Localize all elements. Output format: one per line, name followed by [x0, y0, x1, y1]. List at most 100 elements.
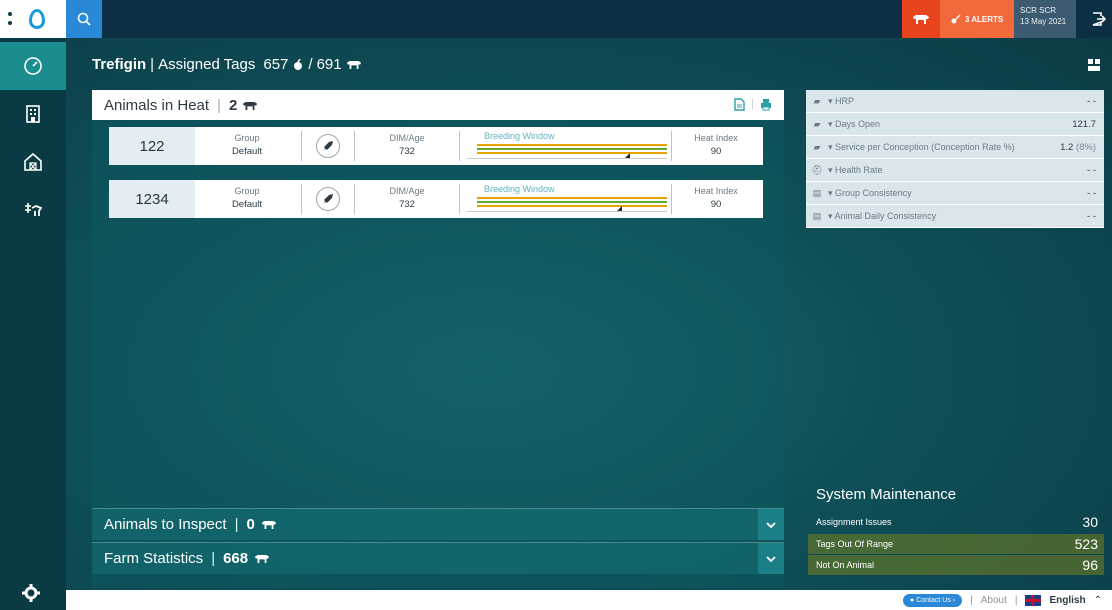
- alert-icon: [951, 14, 961, 24]
- cow-icon: [261, 520, 276, 529]
- group-label: Group: [234, 186, 260, 196]
- group-value: Default: [231, 146, 263, 157]
- logout-icon: [1092, 12, 1106, 26]
- breeding-window-label: Breeding Window: [484, 131, 555, 141]
- search-icon: [77, 12, 91, 26]
- assigned-tags-label: Assigned Tags: [158, 56, 256, 73]
- animals-to-inspect-section[interactable]: Animals to Inspect | 0: [92, 508, 784, 540]
- cow-alert-button[interactable]: [902, 0, 940, 38]
- logout-button[interactable]: [1086, 4, 1110, 34]
- heat-title: Animals in Heat: [104, 96, 210, 114]
- current-marker: [625, 153, 630, 158]
- layout-toggle-button[interactable]: [1088, 58, 1100, 76]
- alerts-button[interactable]: 3 ALERTS: [940, 0, 1014, 38]
- kpi-animal-daily-consistency[interactable]: ▤ ▾ Animal Daily Consistency - -: [806, 205, 1104, 228]
- kpi-health-rate[interactable]: ⛑ ▾ Health Rate - -: [806, 159, 1104, 182]
- breeding-action-button[interactable]: [316, 187, 340, 211]
- gauge-icon: [24, 57, 42, 75]
- dim-value: 732: [399, 146, 415, 157]
- kpi-value: 1.2: [1060, 141, 1074, 153]
- sysm-value: 96: [1082, 557, 1098, 573]
- kpi-service-per-conception[interactable]: ▰ ▾ Service per Conception (Conception R…: [806, 136, 1104, 159]
- group-value: Default: [231, 199, 263, 210]
- kpi-label: HRP: [835, 95, 855, 106]
- assignment-issues-row[interactable]: Assignment Issues 30: [808, 512, 1104, 532]
- user-date: 13 May 2021: [1020, 17, 1067, 26]
- chevron-down-icon: [766, 521, 776, 528]
- kpi-hrp[interactable]: ▰ ▾ HRP - -: [806, 90, 1104, 113]
- kpi-subvalue: (8%): [1075, 141, 1096, 153]
- kpi-value: 121.7: [1072, 118, 1096, 130]
- heat-count: 2: [228, 96, 238, 114]
- contact-us-button[interactable]: ● Contact Us ›: [903, 593, 963, 607]
- logo-drop-icon: [29, 9, 45, 29]
- cow-icon: [346, 60, 361, 69]
- user-info[interactable]: SCR SCR 13 May 2021: [1014, 0, 1076, 38]
- inspect-count: 0: [246, 516, 255, 533]
- breeding-window-chart: [467, 144, 667, 162]
- heat-index-value: 90: [710, 199, 722, 210]
- settings-button[interactable]: [22, 584, 40, 607]
- kpi-label: Health Rate: [835, 164, 883, 175]
- cow-entry-icon: [25, 203, 43, 216]
- app-logo[interactable]: [0, 0, 66, 38]
- print-icon[interactable]: [760, 98, 772, 111]
- kpi-label: Animal Daily Consistency: [834, 210, 937, 221]
- heat-index-label: Heat Index: [694, 133, 738, 143]
- kpi-value: - -: [1087, 95, 1096, 107]
- dim-label: DIM/Age: [389, 186, 425, 196]
- building-icon: [26, 105, 40, 123]
- sysm-label: Tags Out Of Range: [816, 539, 894, 549]
- language-selector[interactable]: English: [1049, 595, 1085, 606]
- animal-id[interactable]: 1234: [109, 180, 195, 218]
- kpi-label: Days Open: [835, 118, 881, 129]
- animal-row[interactable]: 1234 Group Default DIM/Age 732 Breeding …: [109, 180, 763, 218]
- barn-icon: [24, 152, 42, 171]
- dim-label: DIM/Age: [389, 133, 425, 143]
- cow-icon: [913, 15, 929, 24]
- export-icon[interactable]: [734, 98, 745, 111]
- assigned-count: 657: [263, 56, 289, 73]
- nav-reports[interactable]: [0, 90, 66, 138]
- rocket-icon: [324, 194, 333, 203]
- kpi-days-open[interactable]: ▰ ▾ Days Open 121.7: [806, 113, 1104, 136]
- sysm-value: 30: [1082, 514, 1098, 530]
- nav-dashboard[interactable]: [0, 42, 66, 90]
- expand-farmstats-button[interactable]: [758, 543, 784, 574]
- group-icon: ▤: [812, 187, 822, 198]
- chevron-up-icon[interactable]: ⌃: [1094, 595, 1102, 606]
- chevron-down-icon: [766, 555, 776, 562]
- nav-barn[interactable]: [0, 138, 66, 186]
- top-bar: 3 ALERTS SCR SCR 13 May 2021: [66, 0, 1112, 38]
- not-on-animal-row[interactable]: Not On Animal 96: [808, 555, 1104, 575]
- system-maintenance-title: System Maintenance: [816, 486, 957, 503]
- kpi-label: Service per Conception (Conception Rate …: [835, 141, 1015, 152]
- footer: ● Contact Us › | About | English ⌃: [66, 590, 1112, 610]
- kpi-value: - -: [1087, 187, 1096, 199]
- kpi-value: - -: [1087, 164, 1096, 176]
- cow-icon: ▰: [813, 95, 821, 106]
- farmstats-count: 668: [223, 550, 249, 567]
- heat-index-value: 90: [710, 146, 722, 157]
- breeding-window-label: Breeding Window: [484, 184, 555, 194]
- nav-animal-entry[interactable]: [0, 186, 66, 234]
- kpi-group-consistency[interactable]: ▤ ▾ Group Consistency - -: [806, 182, 1104, 205]
- search-button[interactable]: [66, 0, 102, 38]
- rocket-icon: [324, 141, 333, 150]
- about-link[interactable]: About: [981, 595, 1007, 606]
- left-nav: [0, 0, 66, 610]
- breeding-action-button[interactable]: [316, 134, 340, 158]
- kpi-list: ▰ ▾ HRP - - ▰ ▾ Days Open 121.7 ▰ ▾ Serv…: [806, 90, 1104, 228]
- animal-id[interactable]: 122: [109, 127, 195, 165]
- animal-row[interactable]: 122 Group Default DIM/Age 732 Breeding W…: [109, 127, 763, 165]
- animals-in-heat-header[interactable]: Animals in Heat | 2 |: [92, 90, 784, 120]
- group-icon: ▤: [812, 210, 822, 221]
- cow-icon: ▰: [813, 141, 821, 152]
- page-title: Trefigin | Assigned Tags 657 / 691: [92, 56, 362, 73]
- kpi-value: - -: [1087, 210, 1096, 222]
- total-count: 691: [316, 56, 342, 73]
- expand-inspect-button[interactable]: [758, 509, 784, 540]
- tags-out-of-range-row[interactable]: Tags Out Of Range 523: [808, 534, 1104, 554]
- cow-icon: [243, 101, 258, 110]
- farm-statistics-section[interactable]: Farm Statistics | 668: [92, 542, 784, 574]
